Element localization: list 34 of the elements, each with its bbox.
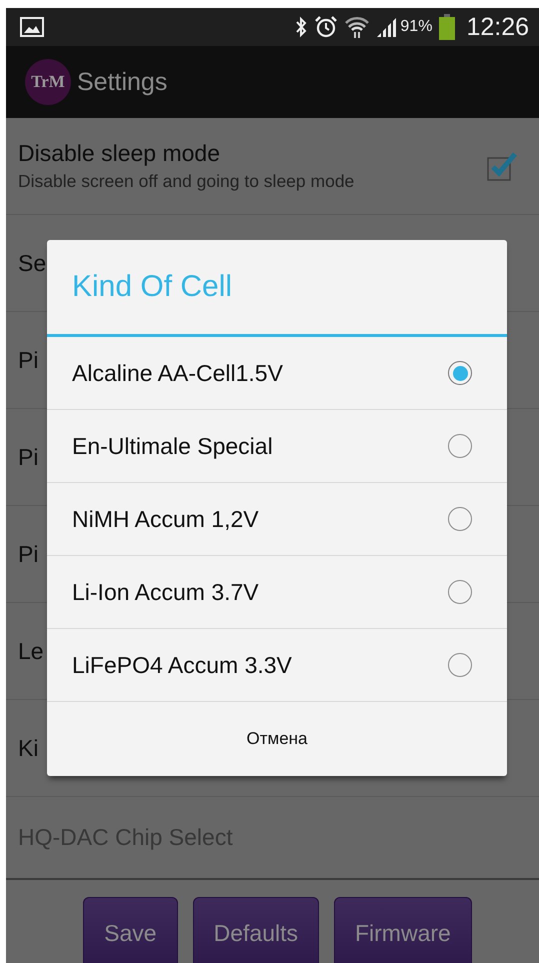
battery-icon [438,14,456,40]
cancel-button[interactable]: Отмена [47,702,507,776]
setting-title[interactable]: Ki [18,734,38,762]
setting-title[interactable]: Disable sleep mode [18,140,354,167]
setting-title[interactable]: Le [18,638,44,664]
wifi-icon [344,15,370,39]
dialog-title: Kind Of Cell [47,240,507,337]
alarm-icon [314,15,338,39]
option-label[interactable]: LiFePO4 Accum 3.3V [72,652,292,678]
option-label[interactable]: NiMH Accum 1,2V [72,506,259,532]
option-label[interactable]: Li-Ion Accum 3.7V [72,578,259,606]
bluetooth-icon [294,16,308,38]
action-button[interactable]: Firmware [334,897,472,963]
radio-button[interactable] [448,361,472,385]
radio-button[interactable] [448,507,472,531]
setting-summary: Disable screen off and going to sleep mode [18,171,354,192]
action-button[interactable]: Save [83,897,178,963]
option-label[interactable]: Alcaline AA-Cell1.5V [72,360,283,386]
setting-title[interactable]: Pi [18,444,38,470]
battery-percentage: 91% [400,18,432,36]
picture-icon [20,17,44,37]
radio-button[interactable] [448,580,472,604]
screen-title: Settings [77,68,168,96]
setting-title[interactable]: Pi [18,540,38,568]
radio-button[interactable] [448,434,472,458]
signal-icon [376,16,398,38]
radio-button[interactable] [448,653,472,677]
setting-title[interactable]: Se [18,250,46,276]
checkbox[interactable] [485,150,519,182]
action-button[interactable]: Defaults [192,897,319,963]
clock: 12:26 [466,12,529,42]
option-label[interactable]: En-Ultimale Special [72,432,273,460]
app-logo: TrM [25,59,71,105]
setting-title[interactable]: Pi [18,346,38,374]
